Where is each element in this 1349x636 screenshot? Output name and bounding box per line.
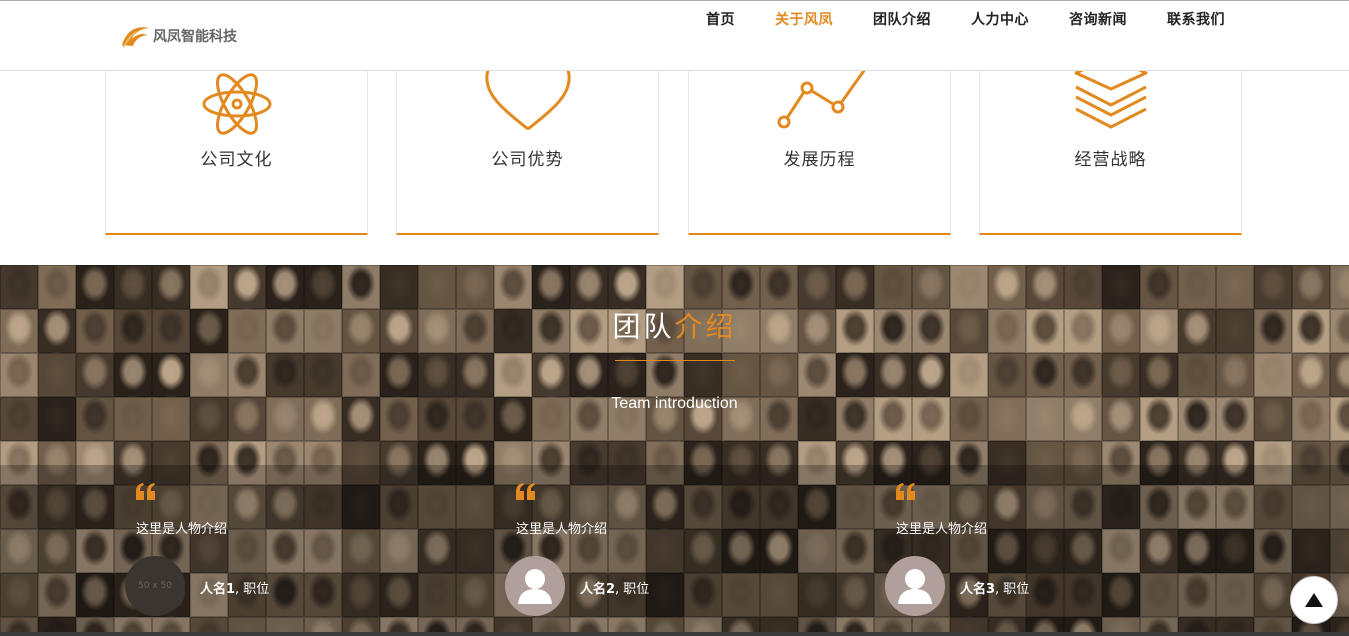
user-icon <box>898 569 932 604</box>
logo-text: 风凤智能科技 <box>153 29 237 45</box>
main-nav: 首页 关于风凤 团队介绍 人力中心 咨询新闻 联系我们 <box>706 9 1225 29</box>
member-intro: 这里是人物介绍 <box>896 522 988 537</box>
member-intro: 这里是人物介绍 <box>136 522 228 537</box>
logo-icon <box>122 27 149 48</box>
arrow-up-icon <box>1305 593 1323 607</box>
member-card: 这里是人物介绍 50 x 50 人名1, 职位 <box>125 480 445 636</box>
footer-edge <box>0 632 1349 636</box>
feature-card-history[interactable]: 发展历程 <box>688 71 951 235</box>
nav-item-contact[interactable]: 联系我们 <box>1167 9 1225 29</box>
member-role: , 职位 <box>615 582 650 597</box>
member-name: 人名2 <box>580 582 616 597</box>
feature-title: 经营战略 <box>1074 150 1147 170</box>
team-heading: 团队介绍 <box>0 305 1349 345</box>
member-name-line: 人名3, 职位 <box>960 578 1029 597</box>
heading-divider <box>615 360 735 361</box>
nav-item-team[interactable]: 团队介绍 <box>873 9 931 29</box>
member-card: 这里是人物介绍 人名2, 职位 <box>505 480 825 636</box>
feature-title: 公司优势 <box>491 150 564 170</box>
team-heading-accent: 介绍 <box>674 310 737 343</box>
nav-item-news[interactable]: 咨询新闻 <box>1069 9 1127 29</box>
site-header: 风凤智能科技 首页 关于风凤 团队介绍 人力中心 咨询新闻 联系我们 <box>0 0 1349 71</box>
feature-card-advantage[interactable]: 公司优势 <box>396 71 659 235</box>
heart-icon <box>484 71 571 131</box>
feature-card-strategy[interactable]: 经营战略 <box>979 71 1242 235</box>
feature-cards: 公司文化 公司优势 发展历程 经营战略 <box>0 71 1349 265</box>
feature-card-culture[interactable]: 公司文化 <box>105 71 368 235</box>
nav-item-hr[interactable]: 人力中心 <box>971 9 1029 29</box>
member-role: , 职位 <box>995 582 1030 597</box>
quote-icon <box>136 483 155 500</box>
avatar <box>505 556 565 616</box>
atom-icon <box>202 73 271 135</box>
layers-icon <box>1074 71 1147 129</box>
member-name-line: 人名2, 职位 <box>580 578 649 597</box>
member-name-line: 人名1, 职位 <box>200 578 269 597</box>
member-role: , 职位 <box>235 582 270 597</box>
logo[interactable]: 风凤智能科技 <box>120 23 237 49</box>
team-subtitle: Team introduction <box>611 395 738 412</box>
avatar-placeholder-text: 50 x 50 <box>138 581 172 591</box>
quote-icon <box>516 483 535 500</box>
feature-title: 公司文化 <box>200 150 273 170</box>
quote-icon <box>896 483 915 500</box>
user-icon <box>518 569 552 604</box>
member-name: 人名1 <box>200 582 236 597</box>
avatar <box>885 556 945 616</box>
member-name: 人名3 <box>960 582 996 597</box>
nav-item-home[interactable]: 首页 <box>706 9 735 29</box>
member-intro: 这里是人物介绍 <box>516 522 608 537</box>
back-to-top-button[interactable] <box>1290 576 1338 624</box>
nav-item-about[interactable]: 关于风凤 <box>775 9 833 29</box>
avatar-placeholder: 50 x 50 <box>125 556 185 616</box>
member-card: 这里是人物介绍 人名3, 职位 <box>885 480 1205 636</box>
line-chart-icon <box>777 71 866 129</box>
team-section: 团队介绍 Team introduction 这里是人物介绍 50 x 50 人… <box>0 265 1349 636</box>
feature-title: 发展历程 <box>783 150 856 170</box>
team-heading-main: 团队 <box>612 310 675 343</box>
